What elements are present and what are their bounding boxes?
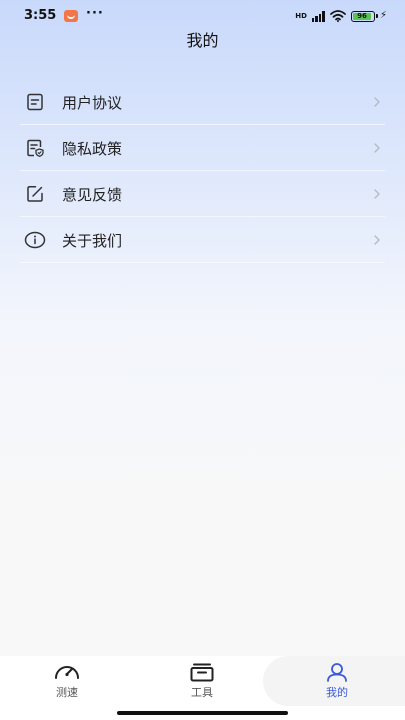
status-time: 3:55 <box>24 8 57 23</box>
speedometer-icon <box>55 666 79 679</box>
hd-label: HD <box>295 11 307 20</box>
battery-level: 96 <box>352 12 371 20</box>
app-notification-icon <box>64 10 78 22</box>
charging-icon: ⚡ <box>379 10 387 21</box>
info-icon <box>22 227 48 253</box>
menu-item-about-us[interactable]: 关于我们 <box>20 217 385 263</box>
wifi-icon <box>330 10 346 22</box>
menu-item-label: 隐私政策 <box>62 139 123 158</box>
tab-mine[interactable]: 我的 <box>297 662 377 700</box>
home-indicator[interactable] <box>117 711 288 715</box>
edit-icon <box>22 181 48 207</box>
chevron-right-icon <box>374 97 380 107</box>
privacy-shield-icon <box>22 135 48 161</box>
menu-item-user-agreement[interactable]: 用户协议 <box>20 79 385 125</box>
status-indicators: HD 96 ⚡ <box>295 9 387 23</box>
chevron-right-icon <box>374 235 380 245</box>
toolbox-icon <box>190 663 214 682</box>
settings-menu: 用户协议 隐私政策 意见反馈 关于我们 <box>20 79 385 263</box>
chevron-right-icon <box>374 189 380 199</box>
menu-item-feedback[interactable]: 意见反馈 <box>20 171 385 217</box>
page-title: 我的 <box>186 31 219 50</box>
tab-speed-test[interactable]: 测速 <box>27 662 107 700</box>
more-notifications-icon: ··· <box>86 6 104 21</box>
bottom-tab-bar: 测速 工具 我的 <box>0 656 405 720</box>
menu-item-label: 意见反馈 <box>62 185 123 204</box>
tab-label: 我的 <box>326 686 348 699</box>
menu-item-privacy-policy[interactable]: 隐私政策 <box>20 125 385 171</box>
battery-icon: 96 <box>350 10 378 22</box>
document-icon <box>22 89 48 115</box>
menu-item-label: 关于我们 <box>62 231 123 250</box>
tab-tools[interactable]: 工具 <box>162 662 242 700</box>
tab-label: 工具 <box>191 686 213 699</box>
user-icon <box>327 663 347 682</box>
signal-icon <box>311 10 325 22</box>
chevron-right-icon <box>374 143 380 153</box>
menu-item-label: 用户协议 <box>62 93 123 112</box>
tab-label: 测速 <box>56 686 78 699</box>
